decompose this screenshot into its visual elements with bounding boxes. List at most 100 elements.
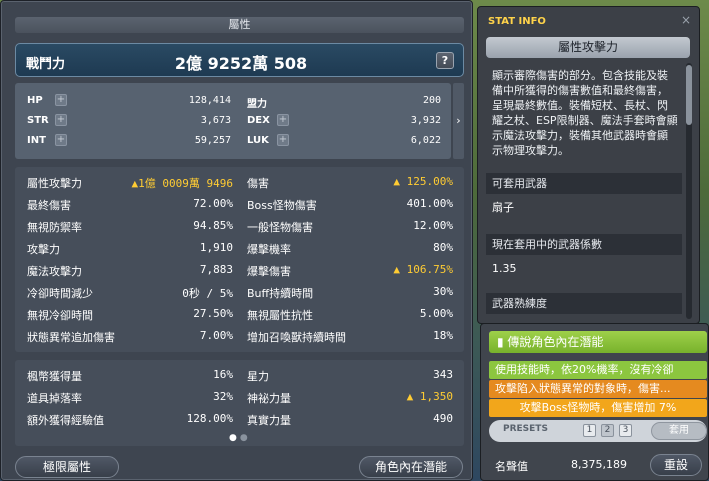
detail-stat-value: ▲ 125.00% [393, 175, 453, 188]
stat-value-mp: 200 [422, 95, 441, 106]
extra-stat-row[interactable]: 額外獲得經驗值 128.00% 真實力量 490 [15, 408, 464, 430]
extra-stat-name: 真實力量 [247, 414, 291, 427]
bookmark-icon: ▮ [497, 335, 508, 349]
detail-stat-value: ▲1億 0009萬 9496 [131, 177, 233, 190]
add-str-button[interactable]: + [55, 114, 67, 126]
detail-stat-name: 狀態異常追加傷害 [27, 331, 115, 344]
basic-stat-row: INT + 59,257 LUK + 6,022 [15, 131, 451, 151]
weapon-coef-label: 現在套用中的武器係數 [486, 234, 682, 255]
extra-stat-row[interactable]: 道具掉落率 32% 神祕力量 ▲ 1,350 [15, 386, 464, 408]
preset-1-button[interactable]: 1 [583, 424, 596, 437]
add-luk-button[interactable]: + [277, 134, 289, 146]
preset-2-button[interactable]: 2 [601, 424, 614, 437]
stat-window: 屬性 戰鬥力 2億 9252萬 508 ? HP + 128,414 盟力 20… [0, 0, 473, 481]
detail-stat-name: 無視防禦率 [27, 221, 82, 234]
stat-value-dex: 3,932 [410, 115, 441, 126]
add-dex-button[interactable]: + [277, 114, 289, 126]
stat-name-mp: 盟力 [247, 99, 267, 110]
extra-stat-value: 16% [213, 368, 233, 381]
extra-stat-name: 楓幣獲得量 [27, 370, 82, 383]
window-title: 屬性 [15, 17, 464, 33]
stat-value-str: 3,673 [200, 115, 231, 126]
page-indicator[interactable]: ●● [229, 433, 251, 443]
detail-stat-row[interactable]: 狀態異常追加傷害 7.00% 增加召喚獸持續時間 18% [15, 325, 464, 347]
detail-stat-name: Buff持續時間 [247, 287, 314, 300]
extra-stat-value: 343 [433, 368, 453, 381]
detail-stat-value: 7.00% [199, 329, 233, 342]
inner-ability-grade: ▮ 傳說角色內在潛能 [489, 331, 707, 353]
extra-stat-name: 星力 [247, 370, 269, 383]
honor-label: 名聲值 [495, 460, 528, 473]
detail-stat-value: 0秒 / 5% [182, 287, 233, 300]
close-icon[interactable]: × [681, 13, 691, 27]
ability-line[interactable]: 使用技能時，依20%機率，沒有冷卻 [489, 361, 707, 379]
basic-stat-row: STR + 3,673 DEX + 3,932 [15, 111, 451, 131]
preset-3-button[interactable]: 3 [619, 424, 632, 437]
basic-stats-panel: HP + 128,414 盟力 200 STR + 3,673 DEX + 3,… [15, 83, 451, 159]
apply-preset-button[interactable]: 套用 [651, 422, 707, 440]
reset-button[interactable]: 重設 [650, 454, 702, 476]
preset-bar: PRESETS 1 2 3 套用 [489, 420, 707, 442]
extra-stat-value: ▲ 1,350 [406, 390, 453, 403]
detail-stat-name: 傷害 [247, 177, 269, 190]
inner-ability-window: ▮ 傳說角色內在潛能 使用技能時，依20%機率，沒有冷卻 攻擊陷入狀態異常的對象… [480, 323, 709, 481]
info-scrollbar-thumb[interactable] [686, 65, 692, 125]
page-dot[interactable]: ● [240, 433, 251, 443]
detail-stat-name: 增加召喚獸持續時間 [247, 331, 346, 344]
detail-stat-row[interactable]: 屬性攻擊力 ▲1億 0009萬 9496 傷害 ▲ 125.00% [15, 171, 464, 193]
info-scrollbar[interactable] [686, 63, 692, 319]
detail-stat-name: 攻擊力 [27, 243, 60, 256]
add-int-button[interactable]: + [55, 134, 67, 146]
detail-stat-value: 1,910 [199, 241, 233, 254]
usable-weapon-value: 扇子 [492, 201, 514, 214]
stat-value-int: 59,257 [194, 135, 231, 146]
detail-stat-row[interactable]: 攻擊力 1,910 爆擊機率 80% [15, 237, 464, 259]
detail-stat-value: 7,883 [199, 263, 233, 276]
extra-stat-name: 道具掉落率 [27, 392, 82, 405]
extra-stat-value: 128.00% [186, 412, 233, 425]
stat-name-str: STR [27, 115, 49, 126]
inner-ability-title: 傳說角色內在潛能 [507, 335, 604, 349]
extra-stat-name: 額外獲得經驗值 [27, 414, 104, 427]
add-hp-button[interactable]: + [55, 94, 67, 106]
extra-stat-row[interactable]: 楓幣獲得量 16% 星力 343 [15, 364, 464, 386]
detail-stat-value: 94.85% [193, 219, 233, 232]
usable-weapon-label: 可套用武器 [486, 173, 682, 194]
page-dot-active[interactable]: ● [229, 433, 240, 443]
combat-power-label: 戰鬥力 [26, 57, 66, 72]
combat-power-value: 2億 9252萬 508 [174, 54, 308, 73]
detail-stat-value: 30% [433, 285, 453, 298]
detail-stat-row[interactable]: 無視冷卻時間 27.50% 無視屬性抗性 5.00% [15, 303, 464, 325]
detail-stat-row[interactable]: 最終傷害 72.00% Boss怪物傷害 401.00% [15, 193, 464, 215]
extra-stat-value: 490 [433, 412, 453, 425]
detail-stat-value: 5.00% [419, 307, 453, 320]
detail-stat-row[interactable]: 魔法攻擊力 7,883 爆擊傷害 ▲ 106.75% [15, 259, 464, 281]
stat-info-description: 顯示審際傷害的部分。包含技能及裝備中所獲得的傷害數值和最終傷害，呈現最終數值。裝… [492, 69, 678, 157]
detail-stats-panel: 屬性攻擊力 ▲1億 0009萬 9496 傷害 ▲ 125.00% 最終傷害 7… [15, 167, 464, 352]
help-button[interactable]: ? [436, 52, 454, 69]
detail-stat-row[interactable]: 冷卻時間減少 0秒 / 5% Buff持續時間 30% [15, 281, 464, 303]
detail-stat-value: 12.00% [413, 219, 453, 232]
detail-stat-row[interactable]: 無視防禦率 94.85% 一般怪物傷害 12.00% [15, 215, 464, 237]
ability-line[interactable]: 攻擊Boss怪物時，傷害增加 7% [489, 399, 707, 417]
detail-stat-value: 401.00% [406, 197, 453, 210]
stat-name-int: INT [27, 135, 46, 146]
stat-info-header: STAT INFO [488, 16, 546, 27]
ability-line[interactable]: 攻擊陷入狀態異常的對象時，傷害... [489, 380, 707, 398]
detail-stat-name: 最終傷害 [27, 199, 71, 212]
honor-value: 8,375,189 [571, 458, 627, 471]
detail-stat-name: 無視屬性抗性 [247, 309, 313, 322]
hyper-stat-button[interactable]: 極限屬性 [15, 456, 119, 478]
detail-stat-value: 18% [433, 329, 453, 342]
detail-stat-name: 爆擊傷害 [247, 265, 291, 278]
detail-stat-name: Boss怪物傷害 [247, 199, 317, 212]
stat-value-luk: 6,022 [410, 135, 441, 146]
stat-info-title: 屬性攻擊力 [486, 37, 690, 58]
stat-name-hp: HP [27, 95, 43, 106]
stat-info-toggle-arrow[interactable]: › [453, 83, 464, 159]
detail-stat-name: 無視冷卻時間 [27, 309, 93, 322]
extra-stat-value: 32% [213, 390, 233, 403]
detail-stat-name: 冷卻時間減少 [27, 287, 93, 300]
inner-ability-button[interactable]: 角色內在潛能 [359, 456, 463, 478]
detail-stat-name: 爆擊機率 [247, 243, 291, 256]
